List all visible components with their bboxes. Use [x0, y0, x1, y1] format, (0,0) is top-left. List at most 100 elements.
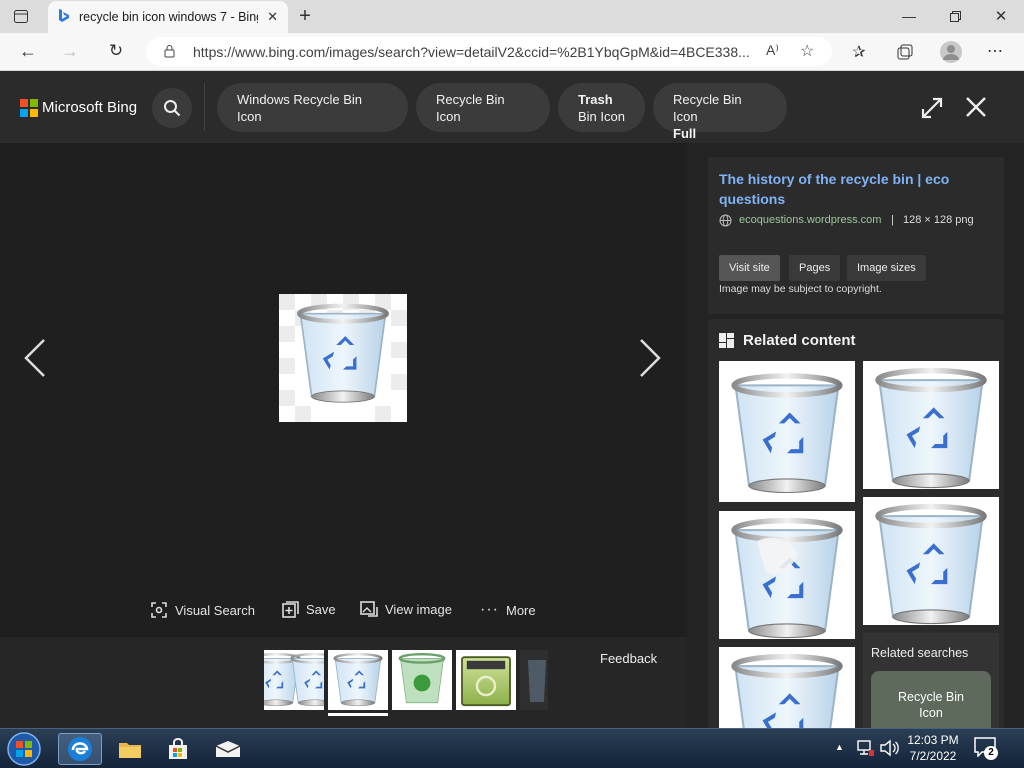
- network-icon[interactable]: [857, 739, 875, 762]
- lock-icon: [164, 44, 175, 63]
- related-search-item[interactable]: Recycle Bin Icon: [871, 671, 991, 728]
- windows-start-icon: [7, 732, 41, 766]
- close-window-button[interactable]: ✕: [990, 6, 1012, 26]
- favorites-icon[interactable]: ✰: [848, 41, 870, 63]
- taskbar-file-explorer[interactable]: [108, 733, 152, 765]
- add-favorite-icon[interactable]: ☆: [800, 41, 814, 61]
- address-bar[interactable]: https://www.bing.com/images/search?view=…: [146, 37, 832, 66]
- tab-close-icon[interactable]: ✕: [267, 9, 278, 25]
- thumbnail[interactable]: [456, 650, 516, 710]
- save-button[interactable]: Save: [282, 601, 336, 618]
- visit-site-button[interactable]: Visit site: [719, 255, 780, 281]
- volume-icon[interactable]: [880, 739, 900, 762]
- image-meta: 128 × 128 png: [903, 214, 974, 226]
- related-image[interactable]: [719, 647, 855, 728]
- related-chip-trash-bin-icon[interactable]: Trash Bin Icon: [558, 83, 645, 132]
- new-tab-button[interactable]: +: [294, 4, 316, 28]
- meta-separator: |: [891, 214, 894, 226]
- image-sizes-button[interactable]: Image sizes: [847, 255, 926, 281]
- clock-time: 12:03 PM: [907, 733, 959, 747]
- forward-button[interactable]: →: [60, 41, 80, 61]
- next-image-arrow-icon[interactable]: [637, 338, 663, 383]
- globe-icon: [719, 214, 732, 232]
- related-image[interactable]: [863, 497, 999, 625]
- taskbar-store[interactable]: [156, 733, 200, 765]
- bing-logo-text[interactable]: Microsoft Bing: [42, 99, 137, 116]
- chip-label-bold: Trash: [578, 92, 613, 107]
- feedback-link[interactable]: Feedback: [600, 651, 657, 666]
- related-search-label: Recycle Bin Icon: [898, 690, 964, 720]
- source-card: The history of the recycle bin | eco que…: [708, 157, 1004, 314]
- view-image-label: View image: [385, 602, 452, 617]
- thumbnail[interactable]: [520, 650, 548, 710]
- related-chip-recycle-bin-icon-full[interactable]: Recycle Bin Icon Full: [653, 83, 787, 141]
- settings-menu-button[interactable]: ⋯: [984, 40, 1006, 62]
- related-searches-box: Related searches Recycle Bin Icon: [863, 633, 999, 728]
- more-button[interactable]: ··· More: [480, 601, 536, 619]
- tab-actions-icon[interactable]: [12, 8, 30, 25]
- thumbnail[interactable]: [392, 650, 452, 710]
- address-toolbar: ← → ↻ https://www.bing.com/images/search…: [0, 33, 1024, 71]
- source-title-link[interactable]: The history of the recycle bin | eco que…: [719, 169, 969, 209]
- header-divider: [204, 83, 205, 131]
- related-chip-windows-recycle-bin-icon[interactable]: Windows Recycle Bin Icon: [217, 83, 408, 132]
- store-icon: [169, 738, 187, 759]
- related-content-section: Related content Related searches Recycle…: [708, 319, 1004, 728]
- chip-label: Recycle Bin Icon: [436, 92, 505, 124]
- minimize-button[interactable]: —: [898, 6, 920, 26]
- windows-taskbar: ▲ 12:03 PM 7/2/2022 2: [0, 728, 1024, 768]
- tab-strip: recycle bin icon windows 7 - Bing ✕ + — …: [0, 0, 1024, 33]
- microsoft-logo-icon: [20, 99, 38, 122]
- thumbnail-strip: Feedback: [0, 637, 687, 728]
- previous-image-arrow-icon[interactable]: [22, 338, 48, 383]
- notification-count-badge: 2: [984, 746, 998, 760]
- browser-tab[interactable]: recycle bin icon windows 7 - Bing ✕: [48, 1, 288, 33]
- pages-button[interactable]: Pages: [789, 255, 841, 281]
- chip-label-bold: Full: [673, 126, 697, 141]
- visual-search-label: Visual Search: [175, 602, 255, 618]
- thumbnail[interactable]: [264, 650, 324, 710]
- main-image-recycle-bin[interactable]: [279, 294, 407, 422]
- chip-label: Recycle Bin Icon: [673, 92, 742, 124]
- back-button[interactable]: ←: [18, 41, 38, 61]
- clock-date: 7/2/2022: [909, 749, 957, 763]
- restore-button[interactable]: [944, 6, 966, 26]
- taskbar-mail[interactable]: [206, 733, 250, 765]
- profile-avatar[interactable]: [939, 40, 963, 64]
- url-text[interactable]: https://www.bing.com/images/search?view=…: [193, 44, 753, 60]
- search-icon: [164, 100, 181, 117]
- tab-title: recycle bin icon windows 7 - Bing: [79, 10, 259, 24]
- related-chip-recycle-bin-icon[interactable]: Recycle Bin Icon: [416, 83, 550, 132]
- thumbnail-selected[interactable]: [328, 650, 388, 710]
- search-button[interactable]: [152, 88, 192, 128]
- clock[interactable]: 12:03 PM 7/2/2022: [900, 732, 966, 764]
- related-content-icon: [719, 333, 734, 353]
- start-button[interactable]: [4, 730, 44, 768]
- action-center-button[interactable]: 2: [974, 737, 1000, 761]
- related-searches-heading: Related searches: [871, 646, 969, 660]
- more-dots-icon: ···: [480, 601, 499, 618]
- related-content-heading: Related content: [743, 332, 856, 349]
- show-hidden-icons-icon[interactable]: ▲: [835, 742, 844, 752]
- read-aloud-icon[interactable]: A⁾: [766, 42, 779, 59]
- more-label: More: [505, 602, 536, 618]
- taskbar-edge[interactable]: [58, 733, 102, 765]
- visual-search-icon: [151, 602, 167, 618]
- source-domain-link[interactable]: ecoquestions.wordpress.com: [739, 214, 881, 226]
- save-icon: [282, 601, 299, 618]
- edge-icon: [68, 737, 92, 761]
- selected-indicator: [328, 713, 388, 716]
- related-image[interactable]: [863, 361, 999, 489]
- related-image[interactable]: [719, 511, 855, 639]
- save-label: Save: [306, 602, 336, 617]
- visual-search-button[interactable]: Visual Search: [150, 601, 255, 619]
- view-image-icon: [360, 601, 378, 617]
- copyright-note: Image may be subject to copyright.: [719, 283, 882, 295]
- close-viewer-icon[interactable]: [965, 96, 987, 123]
- view-image-button[interactable]: View image: [360, 601, 452, 618]
- expand-icon[interactable]: [920, 96, 944, 125]
- refresh-button[interactable]: ↻: [106, 41, 126, 61]
- chip-label: Windows Recycle Bin Icon: [237, 92, 362, 124]
- collections-icon[interactable]: [894, 41, 916, 63]
- related-image[interactable]: [719, 361, 855, 502]
